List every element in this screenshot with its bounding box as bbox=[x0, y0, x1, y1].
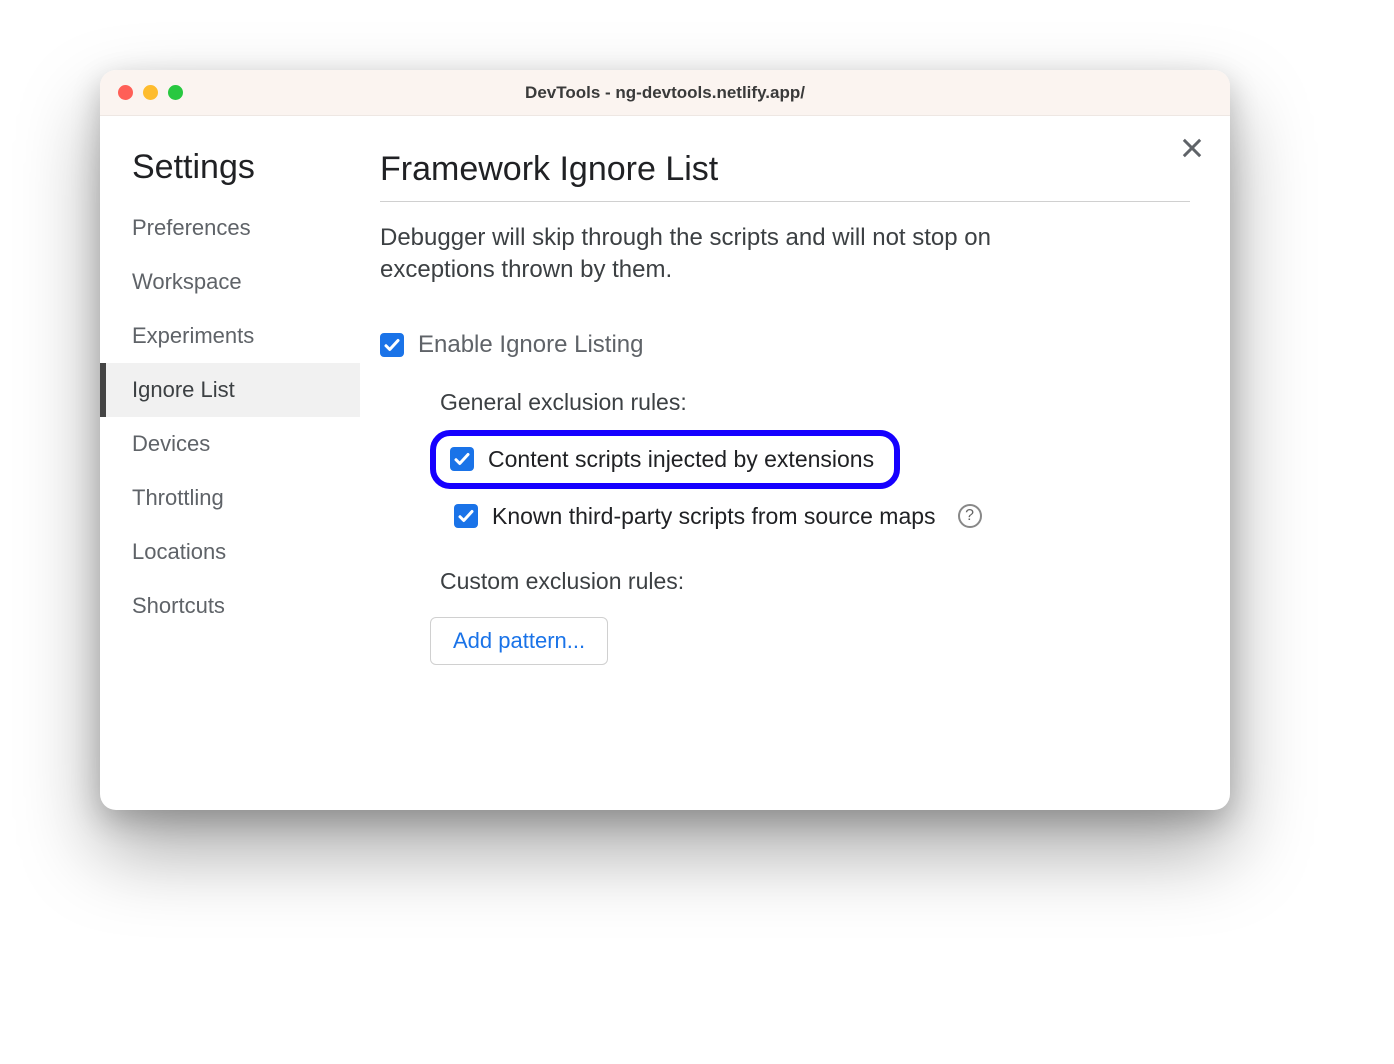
sidebar-item-label: Throttling bbox=[132, 485, 224, 510]
add-pattern-label: Add pattern... bbox=[453, 628, 585, 653]
sidebar-item-ignore-list[interactable]: Ignore List bbox=[100, 363, 360, 417]
close-icon[interactable] bbox=[1178, 134, 1206, 162]
sidebar-item-devices[interactable]: Devices bbox=[100, 417, 360, 471]
sidebar-item-locations[interactable]: Locations bbox=[100, 525, 360, 579]
page-title: Framework Ignore List bbox=[380, 150, 1190, 202]
sidebar-item-label: Ignore List bbox=[132, 377, 235, 402]
window-title: DevTools - ng-devtools.netlify.app/ bbox=[100, 83, 1230, 103]
enable-ignore-listing-label: Enable Ignore Listing bbox=[418, 331, 644, 359]
sidebar-item-workspace[interactable]: Workspace bbox=[100, 255, 360, 309]
content-scripts-rule-row: Content scripts injected by extensions bbox=[430, 430, 900, 489]
content-area: Settings Preferences Workspace Experimen… bbox=[100, 116, 1230, 810]
page-description: Debugger will skip through the scripts a… bbox=[380, 222, 1110, 287]
content-scripts-checkbox[interactable] bbox=[450, 447, 474, 471]
settings-window: DevTools - ng-devtools.netlify.app/ Sett… bbox=[100, 70, 1230, 810]
close-window-button[interactable] bbox=[118, 85, 133, 100]
general-exclusion-label: General exclusion rules: bbox=[440, 389, 1190, 416]
sidebar-item-experiments[interactable]: Experiments bbox=[100, 309, 360, 363]
traffic-lights bbox=[118, 85, 183, 100]
sidebar-item-label: Locations bbox=[132, 539, 226, 564]
main-panel: Framework Ignore List Debugger will skip… bbox=[360, 116, 1230, 810]
sidebar-item-label: Experiments bbox=[132, 323, 254, 348]
minimize-window-button[interactable] bbox=[143, 85, 158, 100]
sidebar-item-label: Workspace bbox=[132, 269, 242, 294]
content-scripts-label: Content scripts injected by extensions bbox=[488, 446, 874, 473]
third-party-checkbox[interactable] bbox=[454, 504, 478, 528]
add-pattern-button[interactable]: Add pattern... bbox=[430, 617, 608, 665]
sidebar-item-shortcuts[interactable]: Shortcuts bbox=[100, 579, 360, 633]
sidebar-title: Settings bbox=[100, 148, 360, 201]
sidebar-item-preferences[interactable]: Preferences bbox=[100, 201, 360, 255]
settings-sidebar: Settings Preferences Workspace Experimen… bbox=[100, 116, 360, 810]
sidebar-item-label: Preferences bbox=[132, 215, 251, 240]
sidebar-item-label: Shortcuts bbox=[132, 593, 225, 618]
help-icon[interactable]: ? bbox=[958, 504, 982, 528]
third-party-rule-row: Known third-party scripts from source ma… bbox=[440, 495, 1190, 538]
sidebar-item-label: Devices bbox=[132, 431, 210, 456]
custom-exclusion-label: Custom exclusion rules: bbox=[440, 568, 1190, 595]
third-party-label: Known third-party scripts from source ma… bbox=[492, 503, 936, 530]
sidebar-item-throttling[interactable]: Throttling bbox=[100, 471, 360, 525]
enable-ignore-listing-checkbox[interactable] bbox=[380, 333, 404, 357]
maximize-window-button[interactable] bbox=[168, 85, 183, 100]
enable-ignore-listing-row: Enable Ignore Listing bbox=[380, 331, 1190, 359]
titlebar: DevTools - ng-devtools.netlify.app/ bbox=[100, 70, 1230, 116]
